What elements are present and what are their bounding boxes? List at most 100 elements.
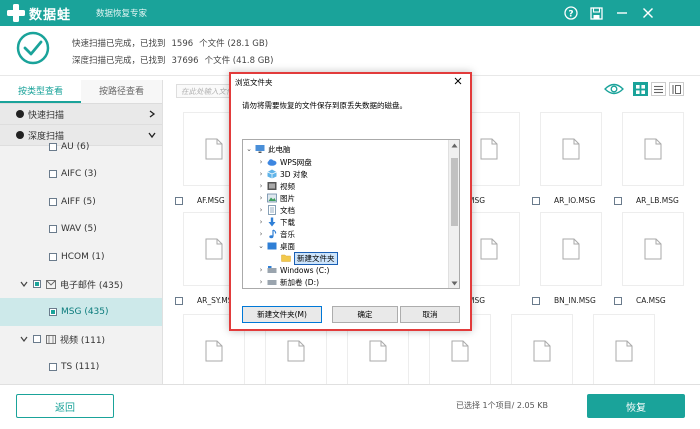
minimize-button[interactable]: [614, 5, 630, 21]
tree-item-email[interactable]: 电子邮件 (435): [0, 271, 162, 299]
document-icon: [369, 340, 387, 362]
scrollbar-thumb[interactable]: [451, 158, 458, 226]
close-icon: [454, 77, 462, 85]
checkbox[interactable]: [33, 335, 41, 344]
back-button[interactable]: 返回: [16, 394, 114, 418]
folder-tree[interactable]: ⌄ 此电脑 › WPS网盘 › 3D 对象 › 视频 › 图片 › 文档 › 下…: [242, 139, 460, 289]
file-thumbnail[interactable]: [540, 212, 602, 286]
file-checkbox[interactable]: [614, 196, 622, 205]
collapsed-arrow-icon[interactable]: ›: [257, 218, 265, 226]
checkbox[interactable]: [49, 170, 57, 179]
tab-by-type[interactable]: 按类型查看: [0, 80, 81, 103]
app-logo: 数据蛙: [6, 3, 90, 23]
file-checkbox[interactable]: [532, 196, 540, 205]
cloud-icon: [267, 159, 277, 166]
tree-scrollbar[interactable]: [448, 140, 459, 288]
detail-view-button[interactable]: [669, 82, 684, 96]
close-window-button[interactable]: [640, 5, 656, 21]
save-button[interactable]: [588, 5, 604, 21]
detail-columns-icon: [672, 84, 681, 94]
browse-folder-dialog: 浏览文件夹 请勿将需要恢复的文件保存到原丢失数据的磁盘。 ⌄ 此电脑 › WPS…: [229, 72, 472, 331]
tree-item-msg[interactable]: MSG (435): [0, 298, 162, 326]
tree-node-wps-cloud[interactable]: › WPS网盘: [257, 156, 312, 168]
scroll-down-icon[interactable]: [451, 281, 458, 286]
tree-node-drive-d[interactable]: › 新加卷 (D:): [257, 276, 319, 288]
collapsed-arrow-icon[interactable]: ›: [257, 194, 265, 202]
file-tile[interactable]: CA.MSG: [614, 212, 692, 305]
recover-button[interactable]: 恢复: [587, 394, 685, 418]
tree-node-this-pc[interactable]: ⌄ 此电脑: [245, 143, 290, 155]
file-thumbnail[interactable]: [540, 112, 602, 186]
checkbox[interactable]: [49, 225, 57, 234]
file-tile[interactable]: AR_IO.MSG: [532, 112, 610, 205]
bottom-bar: 返回 已选择 1个项目/ 2.05 KB 恢复: [0, 384, 700, 429]
tree-node-music[interactable]: › 音乐: [257, 228, 295, 240]
collapsed-arrow-icon[interactable]: ›: [257, 206, 265, 214]
checkbox[interactable]: [49, 362, 57, 371]
music-note-icon: [269, 229, 277, 239]
checkbox-partial[interactable]: [49, 307, 57, 316]
file-checkbox[interactable]: [614, 296, 622, 305]
tree-node-downloads[interactable]: › 下载: [257, 216, 295, 228]
new-folder-button[interactable]: 新建文件夹(M): [242, 306, 322, 323]
document-icon: [480, 138, 498, 160]
file-thumbnail[interactable]: [622, 212, 684, 286]
checkbox-partial[interactable]: [33, 280, 41, 289]
tree-node-new-folder[interactable]: 新建文件夹: [271, 251, 338, 265]
tree-item-hcom[interactable]: HCOM (1): [0, 243, 162, 271]
checkbox[interactable]: [49, 252, 57, 261]
download-arrow-icon: [268, 217, 276, 227]
file-checkbox[interactable]: [175, 196, 183, 205]
file-tile[interactable]: [585, 314, 663, 384]
checkbox[interactable]: [49, 197, 57, 206]
file-tile[interactable]: AR_LB.MSG: [614, 112, 692, 205]
ok-button[interactable]: 确定: [332, 306, 398, 323]
tree-item-wav[interactable]: WAV (5): [0, 216, 162, 244]
tree-item-aifc[interactable]: AIFC (3): [0, 161, 162, 189]
tree-node-videos[interactable]: › 视频: [257, 180, 295, 192]
expanded-arrow-icon[interactable]: ⌄: [257, 242, 265, 250]
collapsed-arrow-icon[interactable]: ›: [257, 266, 265, 274]
help-button[interactable]: ?: [563, 5, 579, 21]
tab-by-path[interactable]: 按路径查看: [81, 80, 162, 103]
chevron-down-icon[interactable]: [20, 280, 28, 288]
tree-node-drive-c[interactable]: › Windows (C:): [257, 264, 330, 276]
file-thumbnail[interactable]: [511, 314, 573, 384]
tree-node-3d-objects[interactable]: › 3D 对象: [257, 168, 308, 180]
collapsed-arrow-icon[interactable]: ›: [257, 278, 265, 286]
tree-item-aiff[interactable]: AIFF (5): [0, 188, 162, 216]
file-thumbnail[interactable]: [593, 314, 655, 384]
video-icon: [46, 334, 56, 344]
expanded-arrow-icon[interactable]: ⌄: [245, 145, 253, 153]
collapsed-arrow-icon[interactable]: ›: [257, 158, 265, 166]
tree-node-desktop[interactable]: ⌄ 桌面: [257, 240, 295, 252]
checkbox[interactable]: [49, 142, 57, 151]
dialog-close-button[interactable]: [452, 75, 464, 87]
tree-item-ts[interactable]: TS (111): [0, 353, 162, 381]
scroll-up-icon[interactable]: [451, 143, 458, 148]
collapsed-arrow-icon[interactable]: ›: [257, 182, 265, 190]
file-name: AF.MSG: [197, 196, 225, 205]
close-icon: [643, 8, 653, 18]
section-quick-scan[interactable]: 快速扫描: [0, 104, 162, 125]
collapsed-arrow-icon[interactable]: ›: [257, 170, 265, 178]
sidebar: 按类型查看 按路径查看 快速扫描 深度扫描 AU (6) AIFC (3) AI…: [0, 80, 163, 384]
list-view-button[interactable]: [651, 82, 666, 96]
documents-icon: [268, 205, 276, 215]
file-checkbox[interactable]: [175, 296, 183, 305]
file-thumbnail[interactable]: [622, 112, 684, 186]
tree-node-documents[interactable]: › 文档: [257, 204, 295, 216]
grid-view-button[interactable]: [633, 82, 648, 96]
computer-icon: [255, 145, 265, 153]
tree-item-au[interactable]: AU (6): [0, 133, 162, 161]
tree-item-video[interactable]: 视频 (111): [0, 326, 162, 354]
preview-eye-icon[interactable]: [604, 82, 624, 96]
cancel-button[interactable]: 取消: [400, 306, 460, 323]
file-checkbox[interactable]: [532, 296, 540, 305]
chevron-down-icon[interactable]: [20, 335, 28, 343]
tree-node-pictures[interactable]: › 图片: [257, 192, 295, 204]
file-tile[interactable]: [503, 314, 581, 384]
file-tile[interactable]: BN_IN.MSG: [532, 212, 610, 305]
collapsed-arrow-icon[interactable]: ›: [257, 230, 265, 238]
folder-rename-input[interactable]: 新建文件夹: [294, 251, 338, 265]
